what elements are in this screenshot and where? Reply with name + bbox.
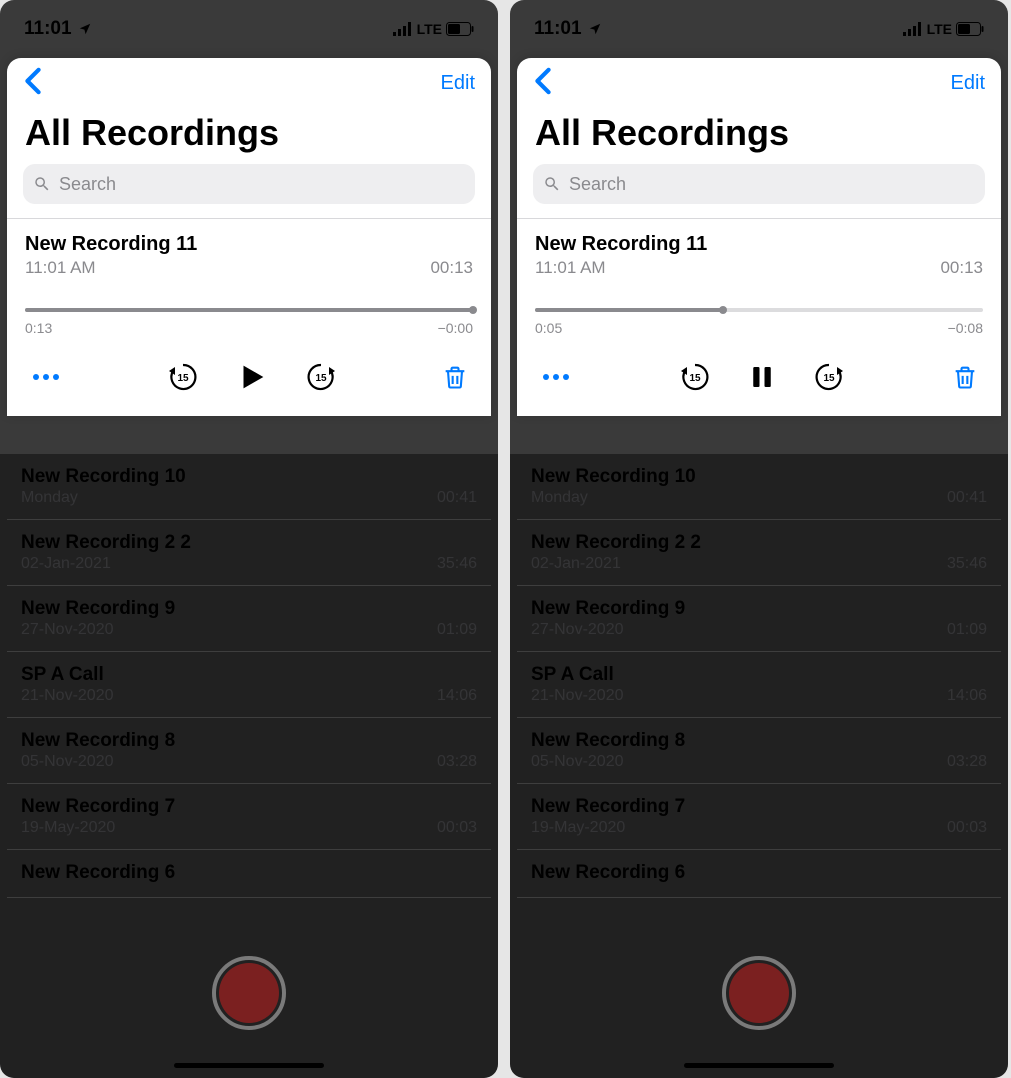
- status-right: LTE: [393, 21, 474, 37]
- nav-row: Edit: [517, 58, 1001, 108]
- record-button-wrap: [722, 956, 796, 1030]
- search-icon: [33, 175, 51, 193]
- recording-title: New Recording 11: [535, 233, 983, 256]
- nav-row: Edit: [7, 58, 491, 108]
- delete-button[interactable]: [441, 362, 469, 392]
- search-placeholder: Search: [569, 174, 626, 195]
- expanded-recording[interactable]: New Recording 11 11:01 AM 00:13 0:05 −0:…: [517, 219, 1001, 416]
- phone-right: 11:01 LTE Edit All Recordings Search New…: [510, 0, 1008, 1078]
- delete-button[interactable]: [951, 362, 979, 392]
- back-button[interactable]: [533, 67, 553, 100]
- status-bar: 11:01 LTE: [0, 0, 498, 58]
- edit-button[interactable]: Edit: [441, 72, 475, 95]
- location-icon: [588, 22, 602, 36]
- home-indicator[interactable]: [684, 1063, 834, 1068]
- scrubber[interactable]: [535, 308, 983, 312]
- remaining-time: −0:00: [438, 320, 473, 336]
- svg-text:15: 15: [823, 373, 835, 384]
- skip-forward-15-button[interactable]: 15: [305, 361, 337, 393]
- edit-button[interactable]: Edit: [951, 72, 985, 95]
- expanded-recording[interactable]: New Recording 11 11:01 AM 00:13 0:13 −0:…: [7, 219, 491, 416]
- page-title: All Recordings: [517, 108, 1001, 164]
- more-button[interactable]: [29, 374, 63, 380]
- sheet: Edit All Recordings Search New Recording…: [517, 58, 1001, 416]
- svg-text:15: 15: [315, 373, 327, 384]
- recording-time: 11:01 AM: [535, 258, 606, 278]
- elapsed-time: 0:05: [535, 320, 562, 336]
- carrier-text: LTE: [927, 21, 952, 37]
- record-button-wrap: [212, 956, 286, 1030]
- scrubber-fill: [535, 308, 723, 312]
- battery-icon: [446, 22, 474, 36]
- search-input[interactable]: Search: [23, 164, 475, 204]
- search-placeholder: Search: [59, 174, 116, 195]
- recording-time: 11:01 AM: [25, 258, 96, 278]
- location-icon: [78, 22, 92, 36]
- skip-back-15-button[interactable]: 15: [167, 361, 199, 393]
- status-time: 11:01: [24, 18, 92, 40]
- record-inner: [219, 963, 279, 1023]
- record-button[interactable]: [722, 956, 796, 1030]
- cellular-icon: [393, 22, 413, 36]
- recording-duration: 00:13: [940, 258, 983, 278]
- status-bar: 11:01 LTE: [510, 0, 1008, 58]
- search-icon: [543, 175, 561, 193]
- search-wrap: Search: [7, 164, 491, 218]
- record-button[interactable]: [212, 956, 286, 1030]
- remaining-time: −0:08: [948, 320, 983, 336]
- home-indicator[interactable]: [174, 1063, 324, 1068]
- controls-row: 15 15: [25, 336, 473, 400]
- elapsed-time: 0:13: [25, 320, 52, 336]
- status-time-text: 11:01: [534, 18, 582, 40]
- play-button[interactable]: [235, 360, 269, 394]
- status-right: LTE: [903, 21, 984, 37]
- scrubber-fill: [25, 308, 473, 312]
- page-title: All Recordings: [7, 108, 491, 164]
- svg-text:15: 15: [689, 373, 701, 384]
- sheet: Edit All Recordings Search New Recording…: [7, 58, 491, 416]
- skip-back-15-button[interactable]: 15: [679, 361, 711, 393]
- status-time-text: 11:01: [24, 18, 72, 40]
- recording-duration: 00:13: [430, 258, 473, 278]
- more-button[interactable]: [539, 374, 573, 380]
- svg-text:15: 15: [177, 373, 189, 384]
- pause-button[interactable]: [747, 360, 777, 394]
- carrier-text: LTE: [417, 21, 442, 37]
- record-inner: [729, 963, 789, 1023]
- scrubber-knob[interactable]: [469, 306, 477, 314]
- phone-left: 11:01 LTE Edit All Recordings Search New…: [0, 0, 498, 1078]
- recording-title: New Recording 11: [25, 233, 473, 256]
- scrubber-knob[interactable]: [719, 306, 727, 314]
- back-button[interactable]: [23, 67, 43, 100]
- search-wrap: Search: [517, 164, 1001, 218]
- cellular-icon: [903, 22, 923, 36]
- skip-forward-15-button[interactable]: 15: [813, 361, 845, 393]
- scrubber[interactable]: [25, 308, 473, 312]
- search-input[interactable]: Search: [533, 164, 985, 204]
- controls-row: 15 15: [535, 336, 983, 400]
- status-time: 11:01: [534, 18, 602, 40]
- battery-icon: [956, 22, 984, 36]
